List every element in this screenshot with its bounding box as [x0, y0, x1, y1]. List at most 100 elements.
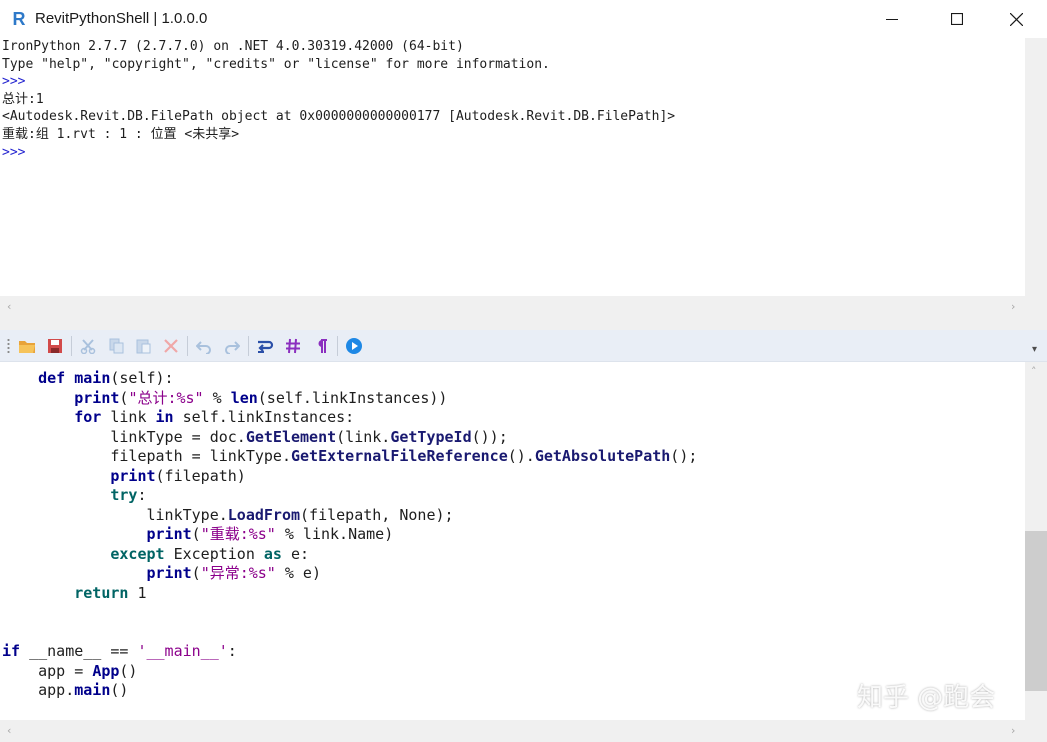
undo-button[interactable]: [193, 336, 215, 356]
code-token: "异常:%s": [200, 564, 276, 582]
line-numbers-button[interactable]: [282, 336, 304, 356]
open-folder-icon: [19, 341, 35, 353]
code-editor[interactable]: def main(self): print("总计:%s" % len(self…: [0, 362, 1025, 720]
scroll-left-icon[interactable]: ‹: [7, 725, 11, 737]
close-icon: [1009, 12, 1023, 26]
run-button[interactable]: [343, 336, 365, 356]
console-horizontal-scrollbar[interactable]: ‹ ›: [0, 296, 1047, 318]
code-token: 1: [128, 583, 147, 602]
code-line: app = App(): [0, 662, 1025, 682]
close-button[interactable]: [993, 0, 1039, 38]
copy-button[interactable]: [105, 336, 127, 356]
run-icon: [346, 338, 362, 354]
scroll-left-icon[interactable]: ‹: [7, 301, 11, 313]
code-line: print("重载:%s" % link.Name): [0, 525, 1025, 545]
code-token: e:: [281, 544, 310, 563]
code-token: print: [146, 525, 192, 543]
redo-button[interactable]: [221, 336, 243, 356]
cut-icon: [80, 339, 96, 354]
paste-button[interactable]: [132, 336, 154, 356]
code-token: % link.Name): [275, 525, 394, 543]
delete-icon: [164, 339, 178, 353]
code-token: __name__ ==: [20, 642, 138, 660]
console-output-line: 总计:1: [2, 91, 44, 107]
revit-logo-icon: R: [12, 9, 26, 29]
code-token: (filepath): [155, 466, 246, 485]
watermark: 知乎 @跑会: [857, 683, 996, 713]
code-token: as: [263, 544, 282, 563]
title-bar: R RevitPythonShell | 1.0.0.0: [0, 0, 1047, 38]
code-line: linkType.LoadFrom(filepath, None);: [0, 506, 1025, 526]
window-title: RevitPythonShell | 1.0.0.0: [35, 10, 208, 27]
code-token: (filepath, None);: [300, 505, 454, 524]
code-token: linkType.: [2, 505, 228, 524]
code-token: GetElement: [245, 427, 337, 446]
code-token: :: [137, 486, 147, 504]
console-output[interactable]: IronPython 2.7.7 (2.7.7.0) on .NET 4.0.3…: [0, 38, 1025, 296]
minimize-button[interactable]: [869, 0, 915, 38]
editor-horizontal-scrollbar[interactable]: ‹ ›: [0, 720, 1047, 742]
code-token: :: [227, 642, 237, 660]
code-line: for link in self.linkInstances:: [0, 408, 1025, 428]
maximize-icon: [951, 13, 963, 25]
code-token: %: [203, 388, 231, 407]
code-token: return: [74, 583, 129, 602]
editor-toolbar: [0, 330, 1047, 362]
console-prompt: >>>: [2, 74, 26, 90]
code-line: print(filepath): [0, 467, 1025, 487]
console-output-line: 重载:组 1.rvt : 1 : 位置 <未共享>: [2, 126, 240, 142]
editor-scrollbar-thumb[interactable]: [1025, 531, 1047, 691]
code-token: '__main__': [137, 642, 228, 660]
code-token: (: [191, 525, 201, 543]
code-token: link: [101, 408, 156, 426]
code-token: (): [119, 661, 138, 680]
toolbar-separator: [187, 336, 188, 356]
save-button[interactable]: [44, 336, 66, 356]
delete-button[interactable]: [160, 336, 182, 356]
redo-icon: [225, 341, 240, 354]
save-icon: [48, 339, 62, 353]
cut-button[interactable]: [77, 336, 99, 356]
toolbar-grip-icon[interactable]: [7, 338, 10, 354]
code-line: return 1: [0, 584, 1025, 604]
code-token: def: [38, 369, 66, 387]
open-button[interactable]: [16, 336, 38, 356]
copy-icon: [109, 338, 124, 354]
word-wrap-button[interactable]: [254, 336, 276, 356]
code-token: except: [110, 544, 165, 563]
line-numbers-icon: [286, 338, 300, 354]
toolbar-separator: [71, 336, 72, 356]
show-whitespace-button[interactable]: [310, 336, 332, 356]
splitter[interactable]: [0, 318, 1047, 330]
show-whitespace-icon: [318, 339, 327, 353]
code-token: (self):: [110, 369, 174, 387]
code-token: len: [230, 388, 258, 407]
console-vertical-scrollbar[interactable]: [1025, 38, 1047, 296]
code-token: in: [155, 408, 174, 426]
code-token: (link.: [336, 427, 391, 446]
code-token: GetTypeId: [390, 427, 472, 446]
code-token: GetAbsolutePath: [534, 447, 671, 465]
toolbar-overflow-icon[interactable]: ▾: [1032, 344, 1037, 355]
console-output-line: IronPython 2.7.7 (2.7.7.0) on .NET 4.0.3…: [2, 39, 464, 54]
scroll-right-icon[interactable]: ›: [1011, 301, 1015, 313]
console-prompt: >>>: [2, 144, 26, 160]
code-token: App: [92, 661, 120, 680]
scroll-right-icon[interactable]: ›: [1011, 725, 1015, 737]
code-token: ());: [471, 427, 508, 446]
toolbar-separator: [337, 336, 338, 356]
scroll-up-icon[interactable]: ˄: [1031, 366, 1037, 378]
code-token: main: [74, 681, 111, 699]
maximize-button[interactable]: [934, 0, 980, 38]
code-token: app =: [2, 661, 93, 680]
code-token: for: [74, 408, 102, 426]
code-token: (): [110, 681, 129, 699]
code-token: filepath = linkType.: [2, 447, 291, 465]
code-token: LoadFrom: [227, 505, 301, 524]
